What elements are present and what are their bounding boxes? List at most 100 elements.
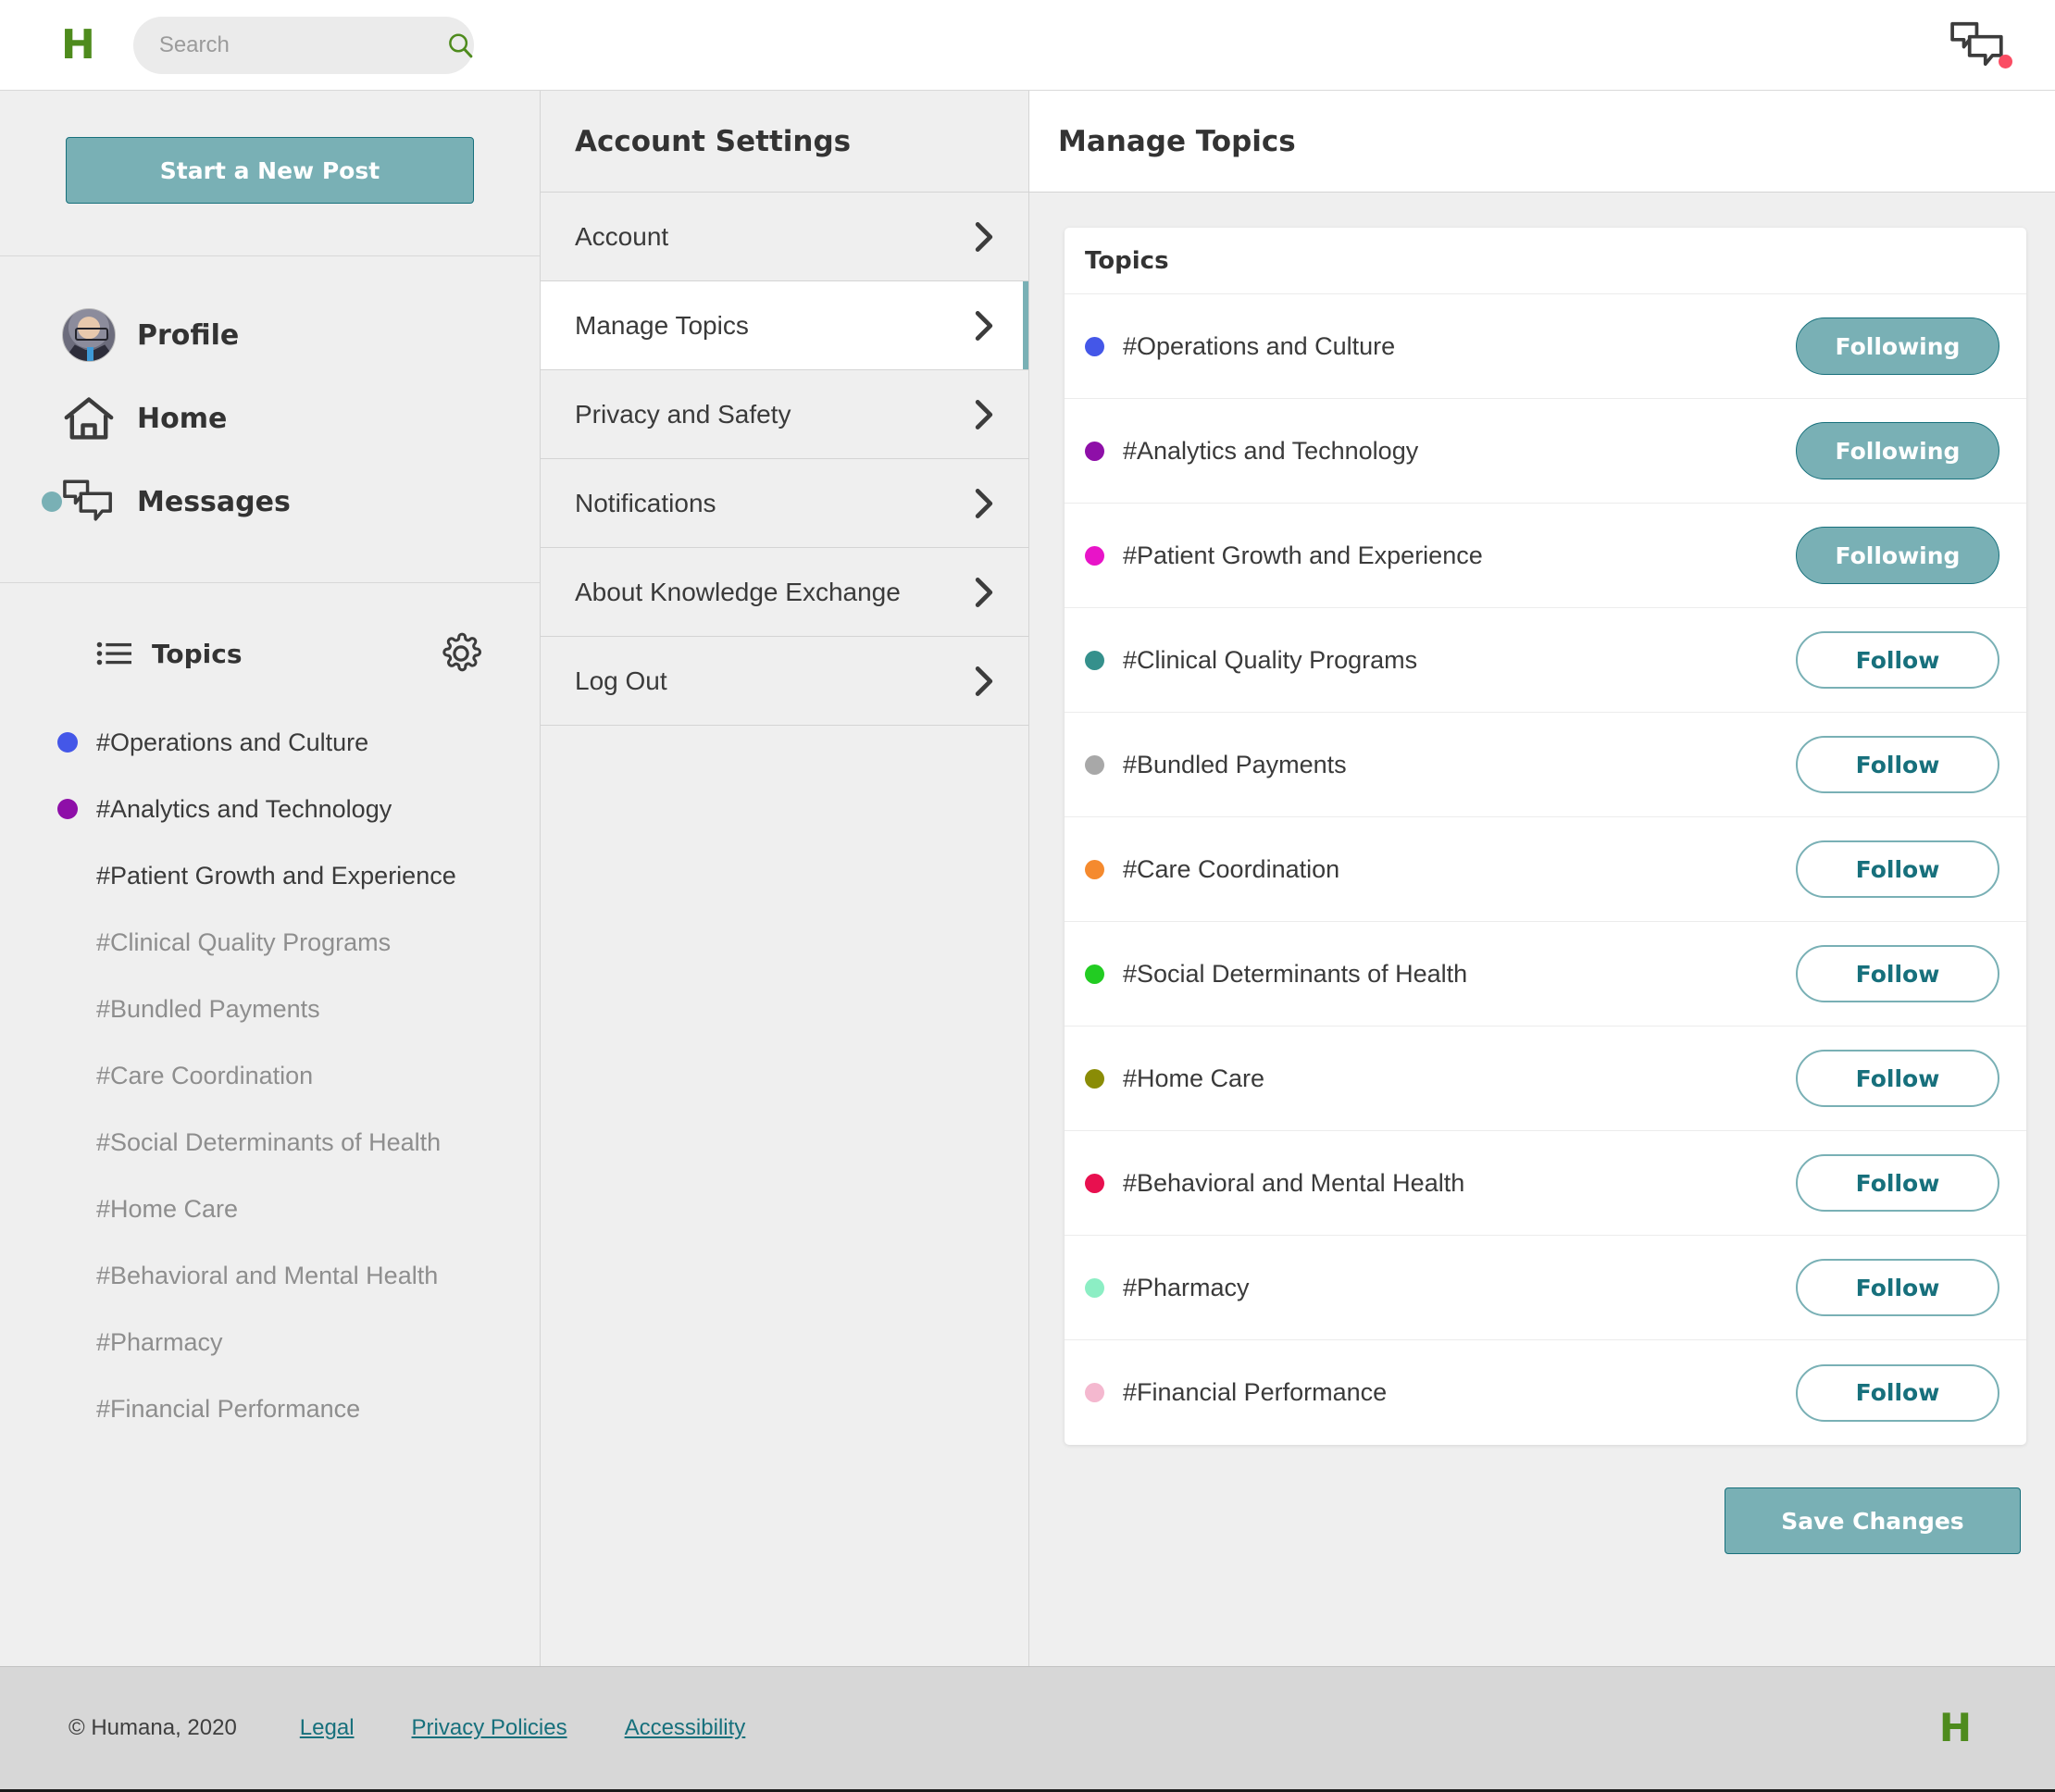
following-button[interactable]: Following [1796,527,1999,584]
topic-row: #Social Determinants of Health Follow [1065,922,2026,1027]
topic-label: #Clinical Quality Programs [1123,645,1418,674]
sidebar-item-label: Home [137,402,228,435]
sidebar-topic-item[interactable]: #Financial Performance [0,1375,540,1442]
sidebar-item-profile[interactable]: Profile [0,293,540,377]
sidebar-topic-label: #Social Determinants of Health [96,1127,442,1156]
unread-indicator-dot [42,492,62,512]
sidebar-topic-item[interactable]: #Bundled Payments [0,976,540,1042]
topic-color-dot [57,732,78,753]
follow-button[interactable]: Follow [1796,1050,1999,1107]
follow-button[interactable]: Follow [1796,1154,1999,1212]
sidebar-item-home[interactable]: Home [0,377,540,460]
chevron-right-icon [975,399,993,429]
follow-button[interactable]: Follow [1796,1363,1999,1422]
following-button[interactable]: Following [1796,317,1999,375]
settings-item-label: Manage Topics [575,310,749,340]
topic-color-dot [1085,1068,1104,1089]
messages-button[interactable] [1949,20,2012,70]
topics-card-header: Topics [1065,228,2026,294]
settings-item-label: Privacy and Safety [575,399,791,429]
sidebar-topic-label: #Operations and Culture [96,728,369,756]
sidebar-item-messages[interactable]: Messages [0,460,540,543]
app-root: H Start a New Post [0,0,2055,1792]
messages-icon [63,479,112,521]
account-settings-column: Account Settings Account Manage Topics Pri… [541,91,1029,1666]
sidebar-topic-label: #Care Coordination [96,1061,314,1089]
topic-color-dot [57,799,78,819]
footer: © Humana, 2020 Legal Privacy Policies Ac… [0,1666,2055,1792]
topics-header-label: Topics [152,638,243,669]
sidebar-topics-header: Topics [0,626,540,681]
chevron-right-icon [975,666,993,696]
settings-item-label: Log Out [575,666,667,695]
body-row: Start a New Post Profile Home Messages T… [0,91,2055,1666]
chevron-right-icon [975,577,993,607]
top-bar: H [0,0,2055,91]
humana-logo-icon[interactable]: H [61,24,95,66]
sidebar-topic-label: #Behavioral and Mental Health [96,1261,439,1289]
topic-row: #Care Coordination Follow [1065,817,2026,922]
topics-card: Topics #Operations and Culture Following #… [1065,228,2026,1445]
topic-label: #Home Care [1123,1064,1265,1092]
messages-icon-wrap [57,479,120,525]
follow-button[interactable]: Follow [1796,736,1999,793]
sidebar-topic-label: #Clinical Quality Programs [96,927,392,956]
topic-color-dot [1085,754,1104,775]
main-column: Manage Topics Topics #Operations and Cul… [1029,91,2055,1666]
settings-item-account[interactable]: Account [541,193,1028,281]
topic-row: #Behavioral and Mental Health Follow [1065,1131,2026,1236]
sidebar-topic-label: #Patient Growth and Experience [96,861,456,890]
footer-link-accessibility[interactable]: Accessibility [625,1715,746,1741]
topic-row: #Clinical Quality Programs Follow [1065,608,2026,713]
settings-item-manage-topics[interactable]: Manage Topics [541,281,1028,370]
sidebar-topic-item[interactable]: #Social Determinants of Health [0,1109,540,1176]
notification-dot [1999,54,2012,68]
sidebar-topic-item[interactable]: #Home Care [0,1176,540,1242]
sidebar-item-label: Messages [137,485,291,518]
start-new-post-button[interactable]: Start a New Post [66,137,474,204]
topic-label: #Operations and Culture [1123,331,1396,360]
settings-item-label: Account [575,221,669,251]
follow-button[interactable]: Follow [1796,840,1999,898]
main-body: Topics #Operations and Culture Following #… [1029,193,2055,1666]
search-input[interactable] [158,31,446,58]
list-icon [96,641,131,666]
sidebar-topic-item[interactable]: #Care Coordination [0,1042,540,1109]
settings-item-about-knowledge-exchange[interactable]: About Knowledge Exchange [541,548,1028,637]
main-header: Manage Topics [1029,91,2055,193]
sidebar-topic-item[interactable]: #Pharmacy [0,1309,540,1375]
following-button[interactable]: Following [1796,422,1999,479]
follow-button[interactable]: Follow [1796,945,1999,1002]
sidebar-topic-label: #Pharmacy [96,1327,223,1356]
primary-nav: Profile Home Messages [0,256,540,583]
sidebar-topic-item[interactable]: #Behavioral and Mental Health [0,1242,540,1309]
topic-color-dot [1085,336,1104,356]
search-icon[interactable] [446,31,474,59]
footer-link-privacy-policies[interactable]: Privacy Policies [412,1715,567,1741]
footer-link-legal[interactable]: Legal [300,1715,355,1741]
search-box[interactable] [132,16,474,74]
settings-item-label: About Knowledge Exchange [575,577,901,606]
settings-item-log-out[interactable]: Log Out [541,637,1028,726]
topic-label: #Patient Growth and Experience [1123,541,1483,569]
settings-item-privacy-and-safety[interactable]: Privacy and Safety [541,370,1028,459]
sidebar-topic-item[interactable]: #Analytics and Technology [0,776,540,842]
follow-button[interactable]: Follow [1796,1259,1999,1316]
sidebar-topic-item[interactable]: #Patient Growth and Experience [0,842,540,909]
follow-button[interactable]: Follow [1796,631,1999,689]
sidebar-topic-item[interactable]: #Operations and Culture [0,709,540,776]
topic-label: #Analytics and Technology [1123,436,1419,465]
settings-item-notifications[interactable]: Notifications [541,459,1028,548]
topic-row: #Financial Performance Follow [1065,1340,2026,1445]
topic-row: #Bundled Payments Follow [1065,713,2026,817]
topic-label: #Behavioral and Mental Health [1123,1168,1465,1197]
gear-icon[interactable] [440,632,482,675]
save-changes-button[interactable]: Save Changes [1725,1487,2021,1554]
settings-item-label: Notifications [575,488,716,517]
topic-color-dot [1085,1173,1104,1193]
copyright-text: © Humana, 2020 [68,1715,237,1740]
sidebar-topic-item[interactable]: #Clinical Quality Programs [0,909,540,976]
chevron-right-icon [975,310,993,341]
topic-row: #Operations and Culture Following [1065,294,2026,399]
chevron-right-icon [975,488,993,518]
